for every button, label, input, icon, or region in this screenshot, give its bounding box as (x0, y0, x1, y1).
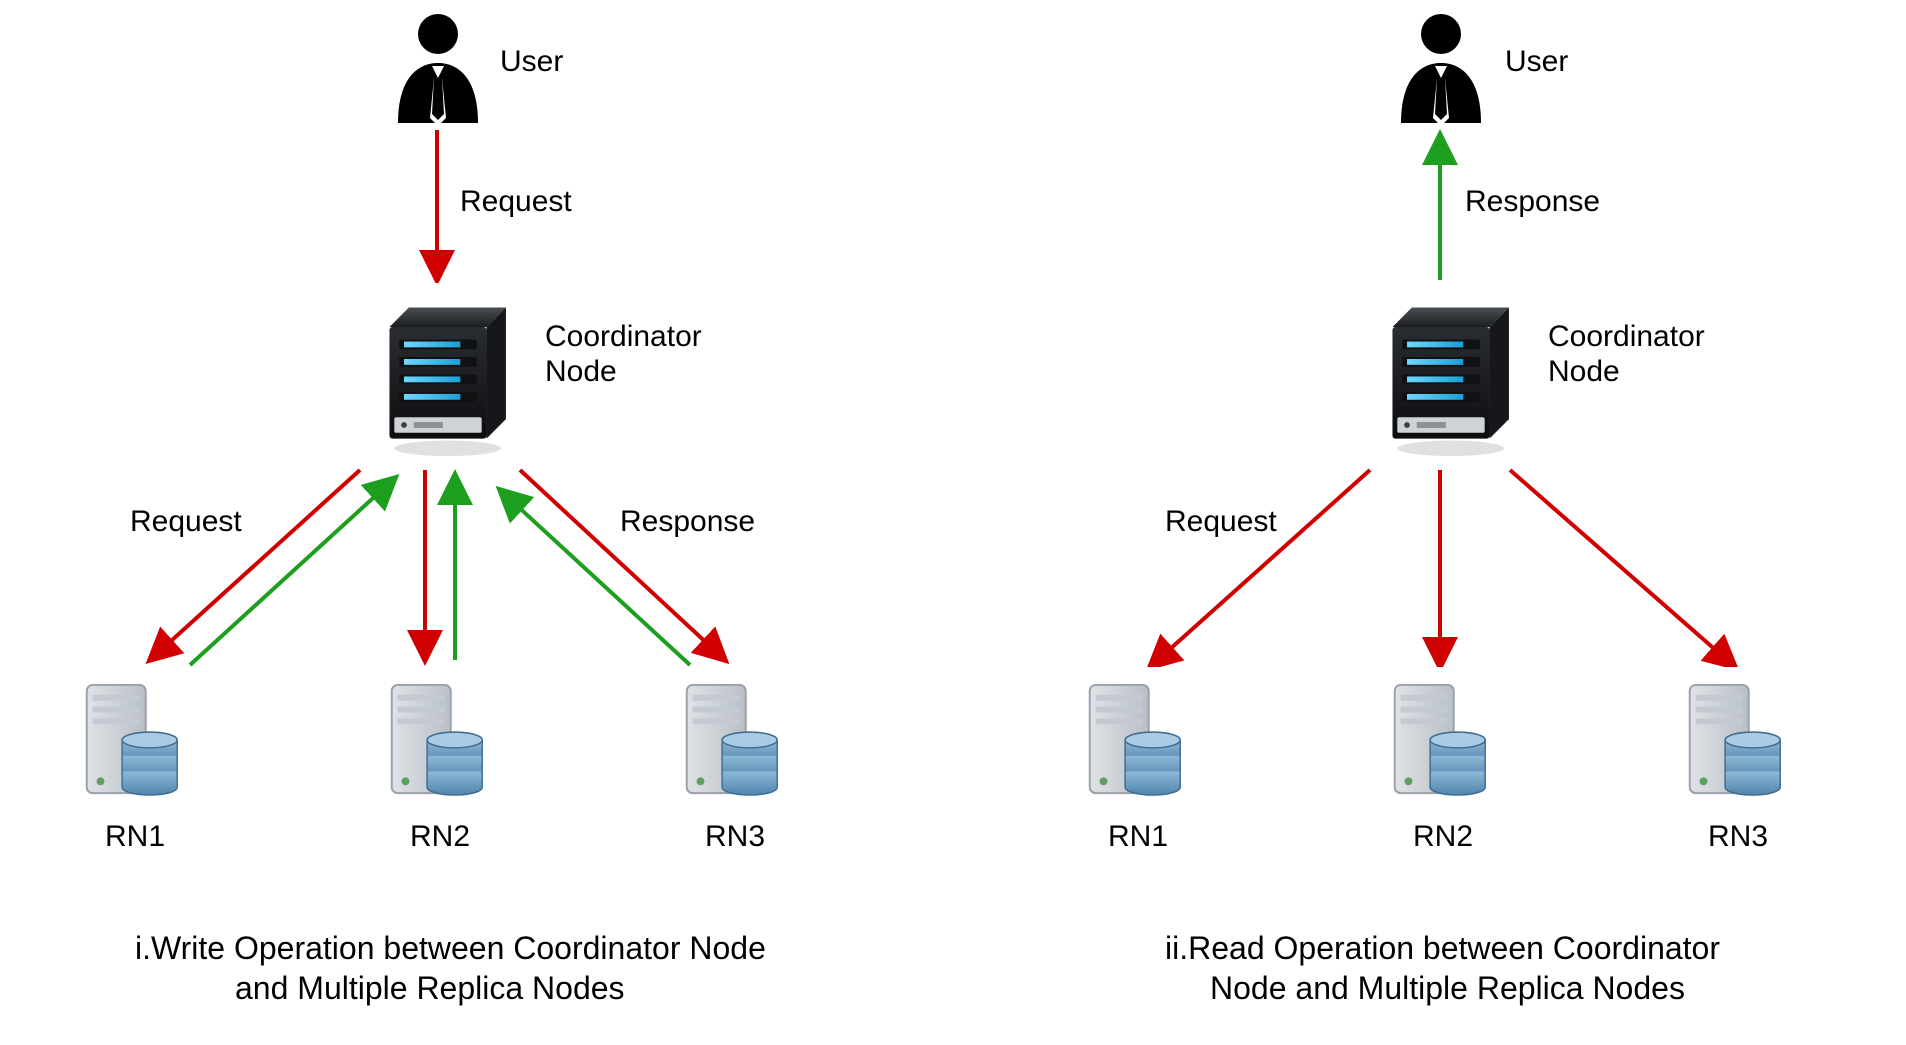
db-label-left-3: RN3 (705, 820, 765, 854)
left-caption-line1: i.Write Operation between Coordinator No… (135, 930, 766, 967)
db-icon-right-2 (1373, 667, 1503, 812)
db-icon-left-2 (370, 667, 500, 812)
arrows-layer (0, 0, 1906, 1045)
user-icon-right (1383, 3, 1498, 128)
user-icon-left (380, 3, 495, 128)
coordinator-icon-right (1353, 283, 1528, 468)
left-user-label: User (500, 45, 563, 79)
right-request-label: Request (1165, 505, 1277, 539)
left-request-bottom-label: Request (130, 505, 242, 539)
arrow-left-coord-to-rn3 (520, 470, 725, 660)
arrow-right-coord-to-rn3 (1510, 470, 1735, 667)
right-caption-line2: Node and Multiple Replica Nodes (1210, 970, 1685, 1007)
db-label-right-2: RN2 (1413, 820, 1473, 854)
left-request-top-label: Request (460, 185, 572, 219)
db-label-left-1: RN1 (105, 820, 165, 854)
right-response-label: Response (1465, 185, 1600, 219)
right-user-label: User (1505, 45, 1568, 79)
arrow-right-coord-to-rn1 (1150, 470, 1370, 667)
arrow-left-coord-to-rn1 (150, 470, 360, 660)
db-label-left-2: RN2 (410, 820, 470, 854)
db-icon-left-1 (65, 667, 195, 812)
diagram-canvas: User Request (0, 0, 1906, 1045)
left-coordinator-label: Coordinator Node (545, 320, 702, 389)
db-icon-right-1 (1068, 667, 1198, 812)
left-response-label: Response (620, 505, 755, 539)
left-caption-line2: and Multiple Replica Nodes (235, 970, 625, 1007)
db-label-right-3: RN3 (1708, 820, 1768, 854)
db-icon-right-3 (1668, 667, 1798, 812)
db-icon-left-3 (665, 667, 795, 812)
right-caption-line1: ii.Read Operation between Coordinator (1165, 930, 1720, 967)
coordinator-icon-left (350, 283, 525, 468)
right-coordinator-label: Coordinator Node (1548, 320, 1705, 389)
db-label-right-1: RN1 (1108, 820, 1168, 854)
